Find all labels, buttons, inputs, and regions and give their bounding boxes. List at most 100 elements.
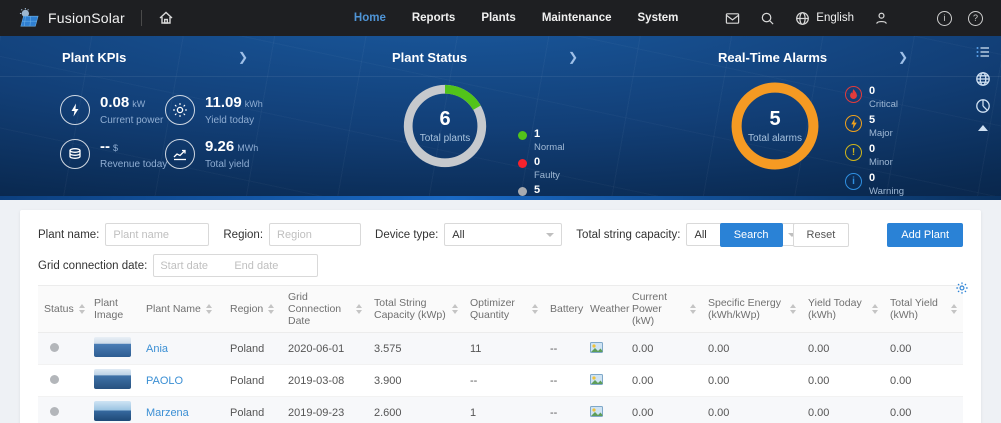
sort-icon[interactable] <box>356 304 362 314</box>
specific-energy-cell: 0.00 <box>702 397 802 423</box>
sort-icon[interactable] <box>532 304 538 314</box>
column-header[interactable]: Region <box>224 286 282 333</box>
legend-label: Minor <box>869 157 893 168</box>
alarms-arrow-icon[interactable]: ❯ <box>898 50 908 64</box>
plant-name-link[interactable]: PAOLO <box>146 375 183 387</box>
column-header[interactable]: Current Power (kW) <box>626 286 702 333</box>
table-row: MarzenaPoland2019-09-232.6001--0.000.000… <box>38 397 963 423</box>
normal-dot-icon <box>518 131 527 140</box>
sort-icon[interactable] <box>790 304 796 314</box>
sort-icon[interactable] <box>452 304 458 314</box>
column-header[interactable]: Yield Today (kWh) <box>802 286 884 333</box>
device-type-label: Device type: <box>375 229 438 241</box>
home-icon[interactable] <box>158 10 174 26</box>
sort-icon[interactable] <box>690 304 696 314</box>
pie-chart-icon[interactable] <box>975 98 991 114</box>
column-header[interactable]: Grid Connection Date <box>282 286 368 333</box>
column-header[interactable]: Specific Energy (kWh/kWp) <box>702 286 802 333</box>
battery-cell: -- <box>544 397 584 423</box>
sort-icon[interactable] <box>951 304 957 314</box>
column-header[interactable]: Total Yield (kWh) <box>884 286 963 333</box>
column-header[interactable]: Plant Name <box>140 286 224 333</box>
table-body: AniaPoland2020-06-013.57511--0.000.000.0… <box>38 333 963 423</box>
nav-help-group: i ? <box>937 11 983 26</box>
list-icon[interactable] <box>975 44 991 60</box>
filter-buttons: Search Reset Add Plant <box>720 223 963 247</box>
filter-row-1: Plant name: Region: Device type: All Tot… <box>38 223 963 246</box>
tab-plants[interactable]: Plants <box>481 12 516 24</box>
device-type-select[interactable]: All <box>444 223 562 246</box>
kpi-value: 0.08 <box>100 94 129 111</box>
plant-name-link[interactable]: Marzena <box>146 407 189 419</box>
sort-icon[interactable] <box>872 304 878 314</box>
kpi-total-yield: 9.26MWh Total yield <box>165 138 305 170</box>
sort-icon[interactable] <box>206 304 212 314</box>
kpi-value: 11.09 <box>205 94 242 111</box>
legend-value: 0 <box>869 143 893 155</box>
column-header[interactable]: Status <box>38 286 88 333</box>
mail-icon[interactable] <box>725 11 740 26</box>
plant-thumbnail[interactable] <box>94 401 131 421</box>
tab-home[interactable]: Home <box>354 12 386 24</box>
collapse-up-icon[interactable] <box>978 125 988 131</box>
plant-name-input[interactable] <box>105 223 209 246</box>
region-input[interactable] <box>269 223 361 246</box>
grid-date-cell: 2020-06-01 <box>282 333 368 365</box>
optimizer-cell: -- <box>464 365 544 397</box>
kpi-unit: $ <box>113 143 118 153</box>
column-header[interactable]: Optimizer Quantity <box>464 286 544 333</box>
kpi-label: Revenue today <box>100 159 167 170</box>
side-toolbar <box>975 44 991 131</box>
search-button[interactable]: Search <box>720 223 783 247</box>
fusionsolar-logo-icon <box>18 8 40 28</box>
plant-status-title: Plant Status <box>392 50 467 65</box>
tab-system[interactable]: System <box>638 12 679 24</box>
end-date-input[interactable] <box>234 260 302 272</box>
legend-value: 5 <box>534 184 561 196</box>
tab-maintenance[interactable]: Maintenance <box>542 12 612 24</box>
legend-label: Warning <box>869 186 904 197</box>
plant-name-link[interactable]: Ania <box>146 343 168 355</box>
capacity-value: All <box>694 229 706 241</box>
gear-icon[interactable] <box>955 281 969 295</box>
globe-icon[interactable] <box>975 71 991 87</box>
legend-warning: i 0 Warning <box>845 172 904 197</box>
legend-normal: 1 Normal <box>518 128 565 153</box>
current-power-cell: 0.00 <box>626 333 702 365</box>
kpi-unit: MWh <box>237 143 258 153</box>
current-power-cell: 0.00 <box>626 365 702 397</box>
table-row: AniaPoland2020-06-013.57511--0.000.000.0… <box>38 333 963 365</box>
user-icon[interactable] <box>874 11 889 26</box>
column-label: Plant Image <box>94 297 134 321</box>
sort-icon[interactable] <box>268 304 274 314</box>
trend-icon <box>165 139 195 169</box>
plant-kpis-arrow-icon[interactable]: ❯ <box>238 50 248 64</box>
info-circle-icon: i <box>845 173 862 190</box>
plant-status-arrow-icon[interactable]: ❯ <box>568 50 578 64</box>
sun-icon <box>165 95 195 125</box>
legend-faulty: 0 Faulty <box>518 156 560 181</box>
status-dot <box>50 343 59 352</box>
plant-thumbnail[interactable] <box>94 337 131 357</box>
search-icon[interactable] <box>760 11 775 26</box>
tab-reports[interactable]: Reports <box>412 12 455 24</box>
column-header: Battery <box>544 286 584 333</box>
nav-tabs: Home Reports Plants Maintenance System <box>354 12 679 24</box>
grid-date-cell: 2019-09-23 <box>282 397 368 423</box>
info-icon[interactable]: i <box>937 11 952 26</box>
legend-minor: ! 0 Minor <box>845 143 893 168</box>
help-icon[interactable]: ? <box>968 11 983 26</box>
grid-date-range[interactable] <box>153 254 318 277</box>
sort-icon[interactable] <box>79 304 85 314</box>
column-header[interactable]: Total String Capacity (kWp) <box>368 286 464 333</box>
reset-button[interactable]: Reset <box>793 223 850 247</box>
total-alarms-label: Total alarms <box>748 133 802 144</box>
specific-energy-cell: 0.00 <box>702 333 802 365</box>
region-cell: Poland <box>224 333 282 365</box>
add-plant-button[interactable]: Add Plant <box>887 223 963 247</box>
language-switcher[interactable]: English <box>795 11 854 26</box>
plant-thumbnail[interactable] <box>94 369 131 389</box>
start-date-input[interactable] <box>160 260 228 272</box>
brand[interactable]: FusionSolar <box>18 8 125 28</box>
table-row: PAOLOPoland2019-03-083.900----0.000.000.… <box>38 365 963 397</box>
